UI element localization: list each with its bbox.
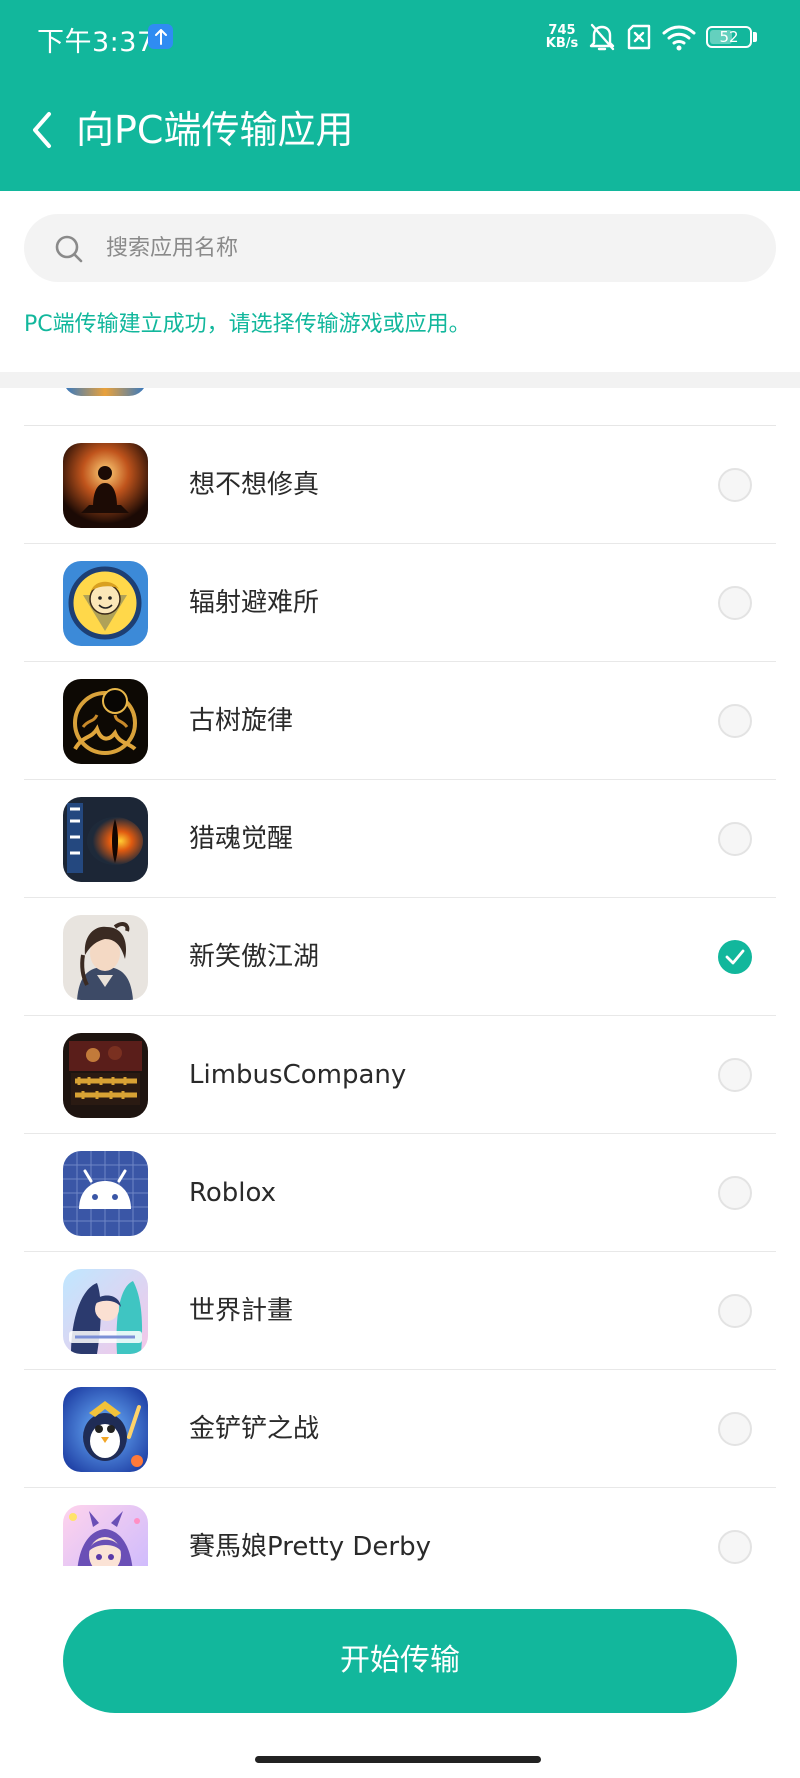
page-title: 向PC端传输应用 <box>76 108 354 152</box>
app-name: Roblox <box>189 1178 277 1208</box>
app-name: 想不想修真 <box>189 470 320 500</box>
app-name: 猎魂觉醒 <box>189 824 294 854</box>
battery-level: 52 <box>719 28 739 46</box>
section-divider <box>0 372 800 388</box>
battery-tip <box>753 32 757 42</box>
select-radio-checked[interactable] <box>718 940 752 974</box>
app-row[interactable]: 新笑傲江湖 <box>0 898 800 1016</box>
app-name: 辐射避难所 <box>189 588 320 618</box>
android-robot-icon <box>63 1151 148 1236</box>
partially-hidden-app-icon <box>63 388 147 396</box>
app-name: LimbusCompany <box>189 1060 407 1090</box>
app-name: 金铲铲之战 <box>189 1414 320 1444</box>
wifi-icon <box>662 24 696 56</box>
swordsman-portrait-icon <box>63 915 148 1000</box>
project-sekai-icon <box>63 1269 148 1354</box>
app-list[interactable]: 想不想修真 辐射避难所 古树旋律 猎魂觉醒 新笑傲江湖 LimbusCompan… <box>0 388 800 1566</box>
ancient-tree-icon <box>63 679 148 764</box>
app-row[interactable]: 辐射避难所 <box>0 544 800 662</box>
search-input[interactable] <box>106 214 746 282</box>
search-icon <box>54 234 84 268</box>
back-button[interactable] <box>18 104 66 156</box>
app-header: 下午3:37 745 KB/s 52 向PC端传输应用 <box>0 0 800 191</box>
limbus-company-icon <box>63 1033 148 1118</box>
chevron-left-icon <box>33 112 51 148</box>
bell-muted-icon <box>588 22 616 56</box>
select-radio[interactable] <box>718 822 752 856</box>
start-transfer-button[interactable]: 开始传输 <box>63 1609 737 1713</box>
app-row[interactable]: 賽馬娘Pretty Derby <box>0 1488 800 1566</box>
dragon-eye-icon <box>63 797 148 882</box>
app-row[interactable]: 世界計畫 <box>0 1252 800 1370</box>
select-radio[interactable] <box>718 1294 752 1328</box>
select-radio[interactable] <box>718 586 752 620</box>
app-row[interactable]: 猎魂觉醒 <box>0 780 800 898</box>
app-name: 古树旋律 <box>189 706 294 736</box>
transfer-notice: PC端传输建立成功，请选择传输游戏或应用。 <box>24 312 471 337</box>
network-speed-unit: KB/s <box>545 36 579 51</box>
select-radio[interactable] <box>718 1530 752 1564</box>
uma-musume-icon <box>63 1505 148 1566</box>
app-row[interactable]: 古树旋律 <box>0 662 800 780</box>
select-radio[interactable] <box>718 468 752 502</box>
app-row[interactable]: LimbusCompany <box>0 1016 800 1134</box>
select-radio[interactable] <box>718 1058 752 1092</box>
app-row[interactable]: Roblox <box>0 1134 800 1252</box>
select-radio[interactable] <box>718 1176 752 1210</box>
app-name: 賽馬娘Pretty Derby <box>189 1532 431 1562</box>
search-bar[interactable] <box>24 214 776 282</box>
status-time: 下午3:37 <box>37 27 155 58</box>
checkmark-icon <box>725 949 745 965</box>
upload-badge-icon <box>148 24 173 49</box>
meditating-cultivator-icon <box>63 443 148 528</box>
app-name: 新笑傲江湖 <box>189 942 320 972</box>
app-name: 世界計畫 <box>189 1296 294 1326</box>
network-speed: 745 KB/s <box>542 24 582 50</box>
select-radio[interactable] <box>718 1412 752 1446</box>
status-bar: 下午3:37 745 KB/s 52 <box>0 0 800 76</box>
vault-boy-icon <box>63 561 148 646</box>
app-row[interactable]: 想不想修真 <box>0 426 800 544</box>
app-row[interactable]: 金铲铲之战 <box>0 1370 800 1488</box>
select-radio[interactable] <box>718 704 752 738</box>
battery-icon: 52 <box>706 26 752 48</box>
penguin-icon <box>63 1387 148 1472</box>
sim-off-icon <box>624 22 654 56</box>
home-indicator[interactable] <box>255 1756 541 1763</box>
